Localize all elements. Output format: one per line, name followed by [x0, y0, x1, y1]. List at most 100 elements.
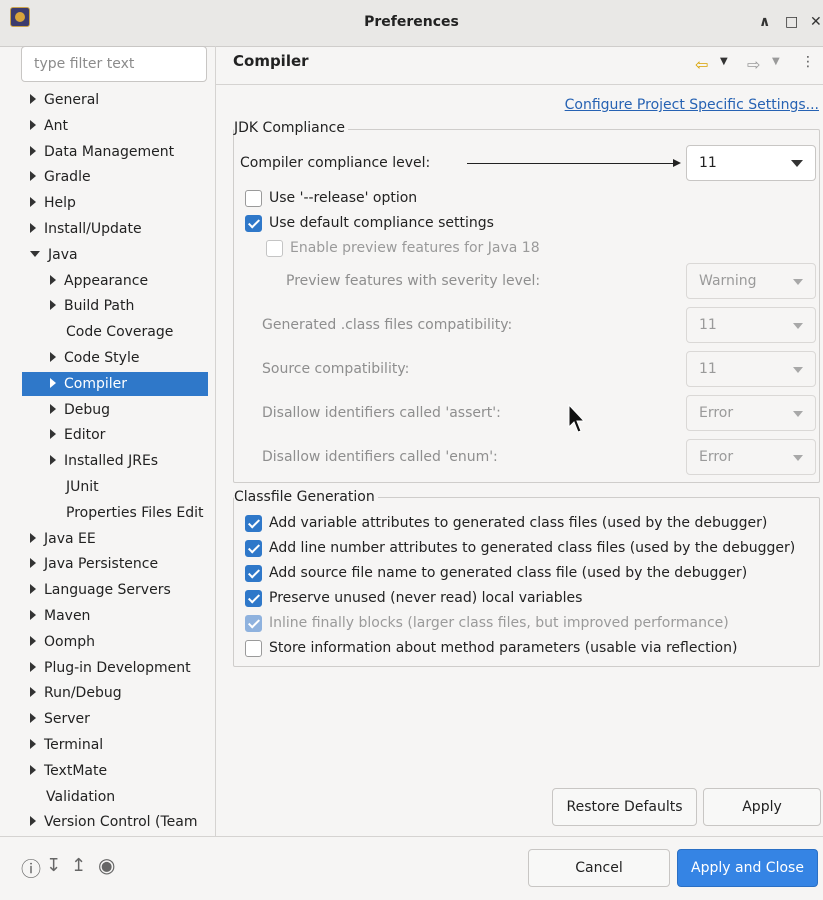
- preview-features-checkbox[interactable]: [266, 240, 283, 257]
- tree-item[interactable]: Appearance: [50, 269, 148, 293]
- classfile-option-checkbox[interactable]: [245, 565, 262, 582]
- expand-right-icon[interactable]: [50, 377, 56, 388]
- classfile-option-checkbox[interactable]: [245, 515, 262, 532]
- expand-right-icon[interactable]: [50, 352, 56, 362]
- classfile-option-checkbox[interactable]: [245, 615, 262, 632]
- restore-defaults-button[interactable]: Restore Defaults: [552, 788, 697, 826]
- tree-item[interactable]: Installed JREs: [50, 449, 158, 473]
- tree-item[interactable]: Editor: [50, 423, 105, 447]
- minimize-icon[interactable]: ∧: [759, 14, 770, 30]
- assert-identifiers-combo[interactable]: Error: [686, 395, 816, 431]
- release-option-checkbox[interactable]: [245, 190, 262, 207]
- classfile-option-checkbox[interactable]: [245, 590, 262, 607]
- back-dropdown-icon[interactable]: ▼: [720, 56, 728, 67]
- tree-item[interactable]: Plug-in Development: [30, 656, 191, 680]
- tree-item-label: Build Path: [64, 298, 135, 315]
- preview-severity-value: Warning: [699, 273, 757, 289]
- enum-identifiers-combo[interactable]: Error: [686, 439, 816, 475]
- default-compliance-checkbox[interactable]: [245, 215, 262, 232]
- enum-identifiers-value: Error: [699, 449, 734, 465]
- tree-item[interactable]: Build Path: [50, 294, 134, 318]
- expand-right-icon[interactable]: [30, 713, 36, 724]
- tree-item[interactable]: Debug: [50, 398, 110, 422]
- assert-identifiers-value: Error: [699, 405, 734, 421]
- tree-item[interactable]: Gradle: [30, 165, 91, 189]
- classfile-option-checkbox[interactable]: [245, 540, 262, 557]
- tree-item[interactable]: JUnit: [50, 475, 99, 499]
- expand-right-icon[interactable]: [30, 197, 36, 208]
- compliance-level-combo[interactable]: 11: [686, 145, 816, 181]
- tree-item[interactable]: Compiler: [22, 371, 208, 396]
- tree-item[interactable]: Install/Update: [30, 217, 142, 241]
- expand-right-icon[interactable]: [30, 532, 36, 543]
- class-compat-combo[interactable]: 11: [686, 307, 816, 343]
- default-compliance-label: Use default compliance settings: [269, 215, 494, 231]
- help-icon[interactable]: ⓘ: [21, 853, 41, 882]
- expand-right-icon[interactable]: [30, 816, 36, 827]
- expand-right-icon[interactable]: [30, 94, 36, 104]
- tree-item[interactable]: Code Style: [50, 346, 139, 370]
- expand-right-icon[interactable]: [50, 300, 56, 311]
- expand-right-icon[interactable]: [30, 739, 36, 749]
- tree-item[interactable]: Java: [30, 243, 78, 267]
- export-icon[interactable]: ↥: [71, 855, 86, 876]
- configure-project-settings-link[interactable]: Configure Project Specific Settings...: [565, 97, 819, 113]
- expand-right-icon[interactable]: [30, 610, 36, 620]
- expand-right-icon[interactable]: [30, 223, 36, 233]
- header-separator: [216, 84, 823, 85]
- tree-item[interactable]: Maven: [30, 604, 90, 628]
- tree-item-label: Validation: [46, 788, 116, 805]
- expand-right-icon[interactable]: [30, 687, 36, 698]
- expand-down-icon[interactable]: [30, 250, 40, 257]
- tree-item[interactable]: Language Servers: [30, 578, 171, 602]
- expand-right-icon[interactable]: [30, 764, 36, 775]
- expand-right-icon[interactable]: [30, 584, 36, 595]
- expand-right-icon[interactable]: [30, 171, 36, 182]
- tree-item[interactable]: Data Management: [30, 140, 174, 164]
- preview-severity-combo[interactable]: Warning: [686, 263, 816, 299]
- classfile-option-checkbox[interactable]: [245, 640, 262, 657]
- import-icon[interactable]: ↧: [46, 855, 61, 876]
- tree-item[interactable]: Terminal: [30, 733, 103, 757]
- expand-right-icon[interactable]: [30, 119, 36, 130]
- tree-item[interactable]: Server: [30, 707, 90, 731]
- tree-item[interactable]: Version Control (Team: [30, 810, 197, 834]
- tree-item[interactable]: Help: [30, 191, 76, 215]
- cancel-button[interactable]: Cancel: [528, 849, 670, 887]
- classfile-option-label: Preserve unused (never read) local varia…: [269, 590, 583, 606]
- close-icon[interactable]: ✕: [810, 14, 822, 30]
- expand-right-icon[interactable]: [50, 455, 56, 466]
- tree-item[interactable]: Ant: [30, 114, 68, 138]
- tree-item[interactable]: Java Persistence: [30, 552, 158, 576]
- tree-item[interactable]: General: [30, 88, 99, 112]
- apply-button[interactable]: Apply: [703, 788, 821, 826]
- tree-divider[interactable]: [215, 46, 216, 836]
- record-icon[interactable]: ◉: [98, 853, 115, 877]
- forward-dropdown-icon[interactable]: ▼: [772, 56, 780, 67]
- tree-item[interactable]: Oomph: [30, 630, 95, 654]
- tree-item[interactable]: TextMate: [30, 759, 107, 783]
- tree-item-label: Appearance: [64, 272, 149, 289]
- tree-item[interactable]: Properties Files Edit: [50, 501, 203, 525]
- expand-right-icon[interactable]: [30, 661, 36, 672]
- expand-right-icon[interactable]: [50, 429, 56, 440]
- expand-right-icon[interactable]: [50, 403, 56, 414]
- expand-right-icon[interactable]: [30, 558, 36, 569]
- tree-item[interactable]: Run/Debug: [30, 681, 122, 705]
- apply-and-close-button[interactable]: Apply and Close: [677, 849, 818, 887]
- tree-item[interactable]: Validation: [30, 785, 115, 809]
- maximize-icon[interactable]: □: [785, 14, 798, 30]
- classfile-option-label: Store information about method parameter…: [269, 640, 738, 656]
- tree-item[interactable]: Java EE: [30, 527, 96, 551]
- tree-item-label: Code Style: [64, 350, 140, 366]
- expand-right-icon[interactable]: [30, 635, 36, 646]
- chevron-down-icon: [793, 455, 803, 461]
- forward-arrow-icon[interactable]: ⇨: [747, 55, 760, 74]
- filter-input[interactable]: [21, 46, 207, 82]
- expand-right-icon[interactable]: [30, 145, 36, 156]
- back-arrow-icon[interactable]: ⇦: [695, 55, 708, 74]
- tree-item[interactable]: Code Coverage: [50, 320, 173, 344]
- view-menu-icon[interactable]: ⋮: [801, 54, 815, 70]
- source-compat-combo[interactable]: 11: [686, 351, 816, 387]
- expand-right-icon[interactable]: [50, 274, 56, 285]
